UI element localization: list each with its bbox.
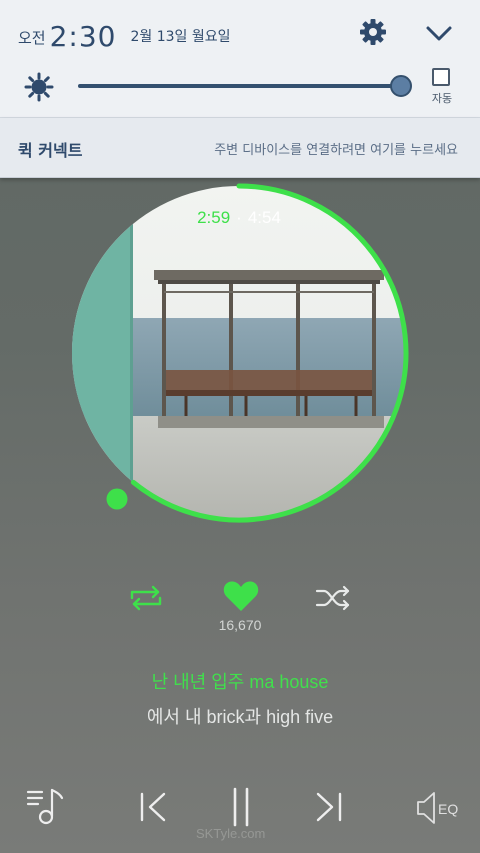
shuffle-icon[interactable] — [314, 584, 352, 612]
eq-icon[interactable]: EQ — [414, 790, 460, 826]
eq-label: EQ — [438, 801, 458, 817]
auto-brightness-label: 자동 — [431, 92, 453, 105]
lyric-current-line: 난 내년 입주 ma house — [151, 672, 329, 692]
gear-icon[interactable] — [358, 17, 388, 47]
quick-connect-bar[interactable]: 퀵 커넥트 주변 디바이스를 연결하려면 여기를 누르세요 — [0, 118, 480, 178]
watermark: SKTyle.com — [196, 826, 266, 841]
clock-time: 2:30 — [49, 20, 117, 53]
time-separator: · — [236, 208, 242, 227]
playlist-icon[interactable] — [26, 786, 68, 826]
chevron-down-icon[interactable] — [424, 20, 454, 46]
skip-next-icon[interactable] — [312, 790, 344, 824]
notification-shade: 오전 2:30 2월 13일 월요일 자동 — [0, 0, 480, 118]
pause-icon[interactable] — [226, 786, 256, 828]
sun-icon — [24, 72, 54, 102]
brightness-slider-thumb[interactable] — [389, 75, 412, 97]
lyric-next-line: 에서 내 brick과 high five — [146, 707, 334, 727]
clock-ampm: 오전 — [18, 29, 46, 47]
brightness-slider-track[interactable] — [78, 84, 404, 88]
playback-time: 2:59 · 4:54 — [66, 208, 412, 228]
total-duration: 4:54 — [247, 208, 281, 227]
album-art — [72, 183, 409, 523]
quick-connect-title: 퀵 커넥트 — [18, 141, 83, 160]
quick-connect-hint[interactable]: 주변 디바이스를 연결하려면 여기를 누르세요 — [214, 139, 458, 158]
elapsed-time: 2:59 — [197, 208, 231, 227]
clock-date: 2월 13일 월요일 — [130, 29, 231, 45]
heart-icon[interactable] — [222, 578, 260, 614]
repeat-icon[interactable] — [128, 584, 164, 612]
progress-knob[interactable] — [106, 488, 128, 510]
auto-brightness-checkbox[interactable] — [432, 68, 450, 86]
album-disc[interactable]: 2:59 · 4:54 — [66, 180, 412, 526]
status-clock: 오전 2:30 2월 13일 월요일 — [18, 18, 231, 52]
skip-previous-icon[interactable] — [138, 790, 170, 824]
like-count: 16,670 — [218, 617, 262, 633]
